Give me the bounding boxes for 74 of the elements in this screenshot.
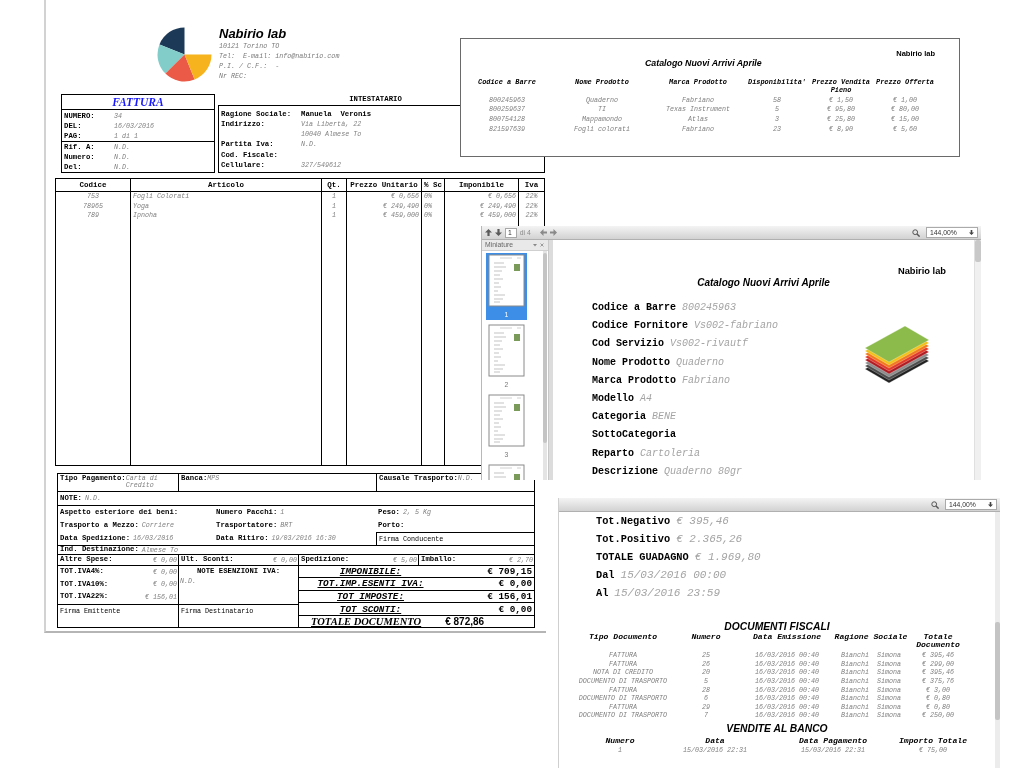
total-label: TOT SCONTI:: [339, 603, 402, 615]
summary-label: Tot.Negativo: [596, 515, 671, 527]
total-value: € 0,00: [498, 578, 532, 590]
field-value: 800245963: [682, 302, 737, 315]
field-value: BENE: [652, 411, 677, 424]
total-label: TOT IMPOSTE:: [337, 591, 404, 602]
summary-value: € 395,46: [676, 514, 729, 528]
column-header: Ragione Sociale: [834, 633, 908, 642]
catalog-title: Catalogo Nuovi Arrivi Aprile: [645, 58, 762, 69]
field-value: Quaderno: [676, 356, 725, 369]
down-arrow-icon[interactable]: [495, 229, 502, 236]
field-label: SottoCategoria: [592, 429, 676, 442]
column-header: Data: [705, 736, 725, 745]
field-value: Vs002-rivautf: [670, 338, 749, 351]
search-icon[interactable]: [912, 228, 920, 237]
field-value: Cartoleria: [640, 447, 701, 460]
total-value: € 709,15: [487, 565, 532, 577]
field-label: Cod Servizio: [592, 338, 664, 351]
page-preview-drawing: [488, 324, 525, 377]
summary-label: TOTALE GUADAGNO: [596, 551, 689, 563]
column-header: Tipo Documento: [589, 633, 657, 642]
grand-total-label: TOTALE DOCUMENTO: [311, 615, 422, 628]
document-title: FATTURA: [112, 95, 164, 109]
section-title: VENDITE AL BANCO: [726, 722, 828, 735]
total-label: TOT.IMP.ESENTI IVA:: [317, 578, 424, 590]
field-label: Descrizione: [592, 465, 658, 478]
summary-label: Al: [596, 587, 609, 599]
down-arrow-icon: [988, 502, 993, 507]
section-title: DOCUMENTI FISCALI: [724, 621, 830, 633]
company-name: Nabirio lab: [219, 26, 287, 41]
summary-value: € 2.365,26: [676, 532, 743, 546]
caret-icon[interactable]: [533, 243, 537, 247]
column-header: Data Emissione: [753, 633, 821, 642]
total-value: € 156,01: [487, 591, 532, 602]
summary-value: 15/03/2016 00:00: [620, 568, 727, 582]
field-label: Modello: [592, 393, 634, 406]
page-thumbnail[interactable]: [486, 463, 527, 480]
field-value: Fabriano: [682, 374, 731, 387]
field-label: Categoria: [592, 411, 646, 424]
scrollbar[interactable]: [974, 240, 981, 480]
column-header: Importo Totale: [899, 736, 967, 745]
field-value: A4: [640, 393, 653, 406]
catalog-title: Catalogo Nuovi Arrivi Aprile: [697, 277, 830, 289]
summary-label: Dal: [596, 569, 615, 581]
column-header: Numero: [691, 633, 721, 642]
field-label: Reparto: [592, 447, 634, 460]
up-arrow-icon[interactable]: [485, 229, 492, 236]
summary-value: 15/03/2016 23:59: [614, 586, 720, 600]
company-name: Nabirio lab: [897, 266, 946, 277]
column-header: Data Pagamento: [799, 736, 867, 745]
notebook-stack-drawing: [865, 326, 929, 384]
down-arrow-icon: [969, 230, 974, 235]
column-header: Numero: [605, 736, 635, 745]
search-icon[interactable]: [931, 500, 939, 509]
field-label: Marca Prodotto: [592, 374, 676, 387]
page-preview-drawing: [488, 394, 525, 447]
total-value: € 0,00: [498, 603, 532, 615]
field-label: Codice Fornitore: [592, 320, 688, 333]
close-icon[interactable]: [540, 243, 544, 247]
right-arrow-icon[interactable]: [549, 229, 557, 236]
scrollbar[interactable]: [543, 251, 547, 480]
field-value: Vs002-fabriano: [694, 320, 779, 333]
total-label: IMPONIBILE:: [339, 565, 402, 577]
grand-total-value: € 872,86: [445, 615, 485, 628]
pie-logo-icon: [157, 27, 212, 82]
summary-value: € 1.969,80: [694, 550, 761, 564]
field-label: Codice a Barre: [592, 302, 676, 315]
summary-label: Tot.Positivo: [596, 533, 671, 545]
scrollbar[interactable]: [995, 512, 1000, 768]
page-preview-drawing: [488, 254, 525, 307]
column-header: Totale Documento: [915, 633, 961, 650]
field-label: Nome Prodotto: [592, 356, 670, 369]
left-arrow-icon[interactable]: [539, 229, 547, 236]
field-value: Quaderno 80gr: [664, 465, 743, 478]
